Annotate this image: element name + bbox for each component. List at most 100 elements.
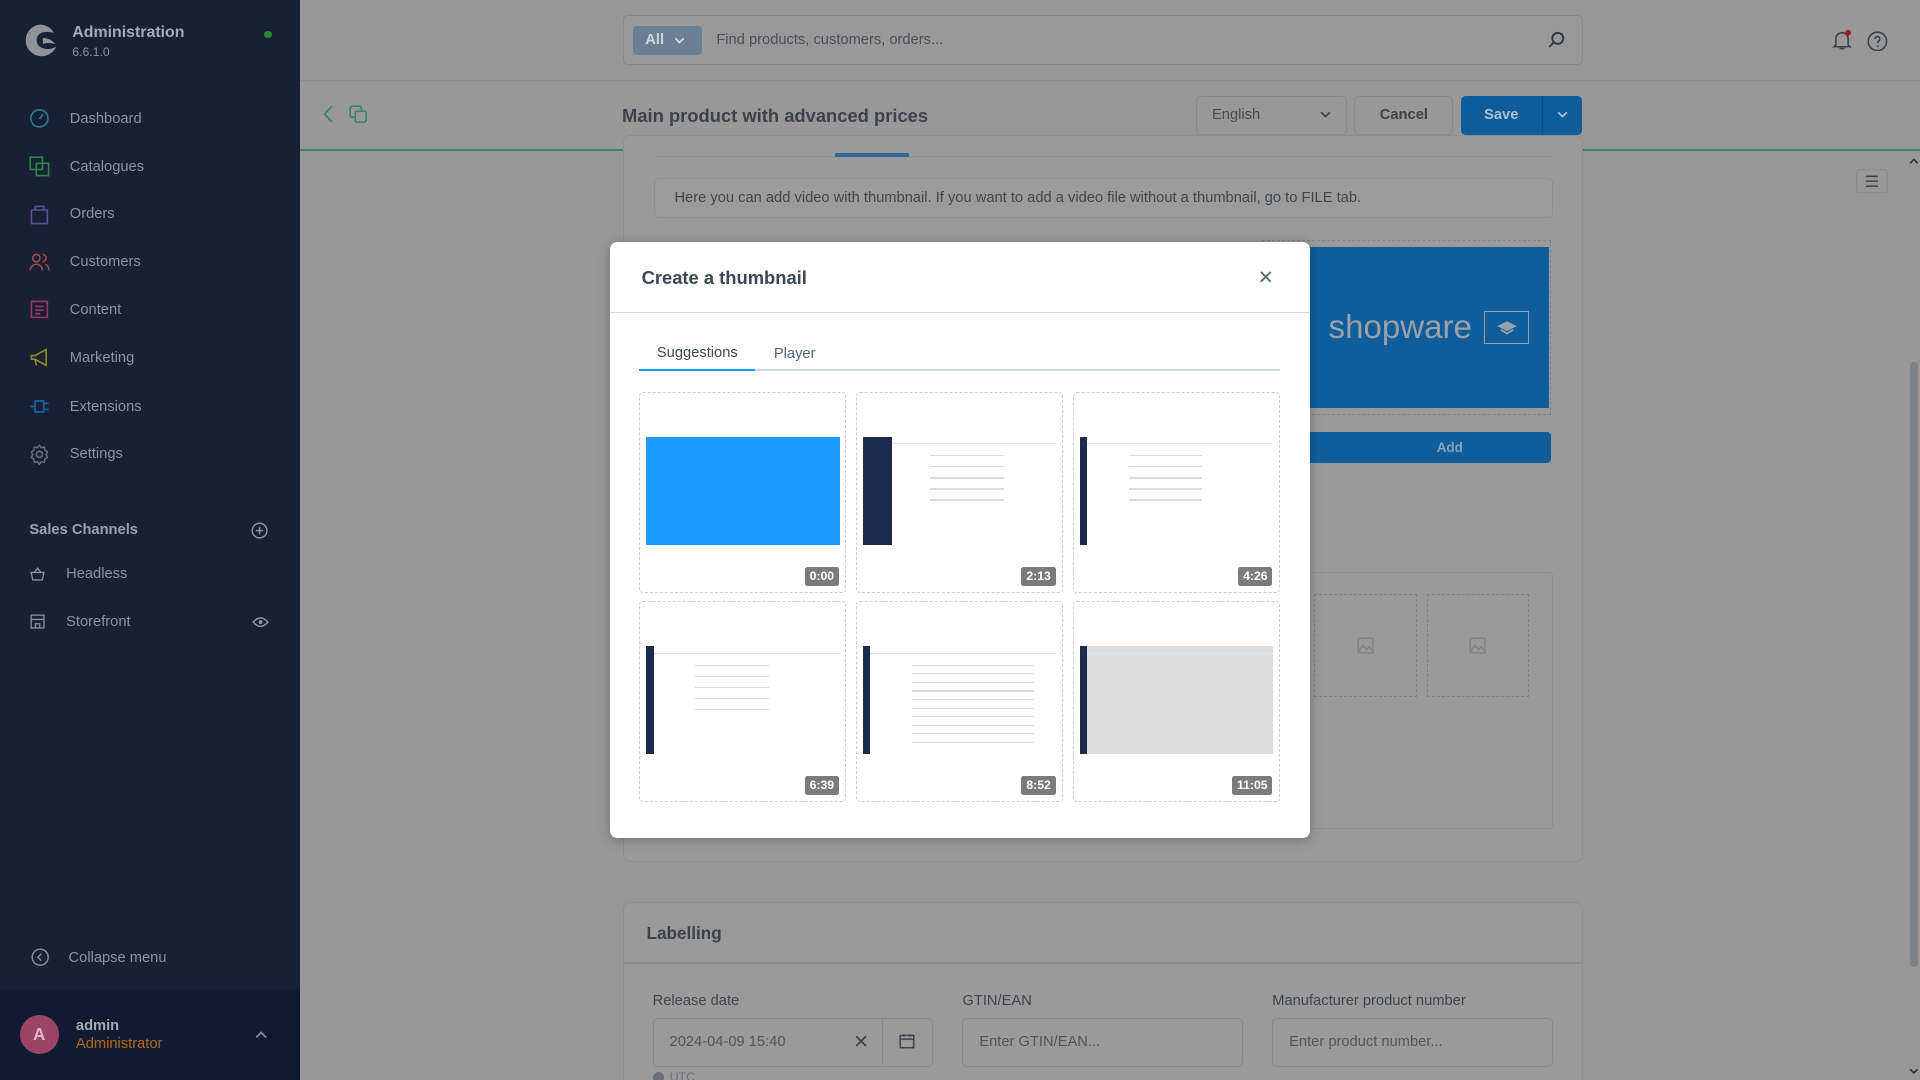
- chevron-up-icon[interactable]: [255, 1030, 267, 1039]
- search-input[interactable]: Find products, customers, orders...: [716, 32, 943, 48]
- scroll-up-icon[interactable]: [1909, 157, 1919, 164]
- search-icon[interactable]: [1548, 31, 1565, 48]
- tab-suggestions[interactable]: Suggestions: [639, 338, 756, 371]
- media-slot[interactable]: [1426, 593, 1530, 697]
- timezone-hint: UTC: [652, 1070, 695, 1080]
- sidebar-item-label: Dashboard: [69, 110, 142, 127]
- cancel-button[interactable]: Cancel: [1354, 95, 1454, 135]
- timestamp-badge: 2:13: [1021, 566, 1056, 586]
- labelling-title: Labelling: [646, 923, 722, 944]
- language-value: English: [1212, 107, 1261, 124]
- sidebar-item-label: Content: [69, 301, 122, 318]
- sidebar-item-orders[interactable]: Orders: [0, 193, 300, 235]
- sidebar-item-catalogues[interactable]: Catalogues: [0, 146, 300, 188]
- graduation-cap-icon: [1484, 311, 1530, 345]
- app-version: 6.6.1.0: [72, 45, 110, 60]
- release-date-field[interactable]: 2024-04-09 15:40: [652, 1017, 934, 1067]
- sidebar-item-content[interactable]: Content: [0, 289, 300, 331]
- basket-icon: [30, 566, 46, 581]
- sidebar-item-dashboard[interactable]: Dashboard: [0, 98, 300, 140]
- thumbnail-image: [863, 646, 1057, 755]
- collapse-menu-button[interactable]: Collapse menu: [0, 940, 300, 974]
- sidebar-item-label: Extensions: [69, 398, 142, 415]
- calendar-icon[interactable]: [899, 1033, 915, 1049]
- release-date-value: 2024-04-09 15:40: [669, 1034, 786, 1051]
- save-options-button[interactable]: [1541, 95, 1582, 135]
- content-icon: [31, 301, 49, 319]
- sidebar-item-label: Settings: [69, 446, 123, 463]
- sidebar-item-label: Customers: [69, 254, 141, 271]
- sidebar-item-extensions[interactable]: Extensions: [0, 386, 300, 428]
- close-icon[interactable]: [1256, 267, 1276, 287]
- marketing-icon: [31, 348, 48, 367]
- sidebar: Administration 6.6.1.0 Dashboard Catalogu…: [0, 0, 300, 1080]
- search-scope-label: All: [645, 32, 665, 49]
- media-slot[interactable]: [1313, 593, 1417, 697]
- scrollbar-thumb[interactable]: [1910, 362, 1918, 968]
- tab-player[interactable]: Player: [774, 338, 816, 371]
- timestamp-badge: 8:52: [1021, 776, 1056, 795]
- gtin-label: GTIN/EAN: [962, 993, 1032, 1010]
- video-thumbnail-preview: shopware: [1269, 247, 1549, 408]
- chevron-down-icon: [674, 37, 685, 44]
- mpn-input[interactable]: Enter product number...: [1272, 1017, 1553, 1067]
- thumbnail-image: [1079, 436, 1274, 545]
- scroll-down-icon[interactable]: [1909, 1068, 1919, 1075]
- save-button[interactable]: Save: [1460, 95, 1583, 135]
- avatar[interactable]: A: [19, 1015, 59, 1055]
- duplicate-icon[interactable]: [349, 105, 367, 124]
- collapse-label: Collapse menu: [68, 949, 167, 966]
- timestamp-badge: 0:00: [804, 566, 839, 586]
- thumbnail-image: [646, 436, 840, 545]
- storefront-icon: [30, 614, 46, 630]
- thumbnail-suggestion[interactable]: 11:05: [1072, 601, 1280, 803]
- thumbnail-suggestion[interactable]: 8:52: [855, 601, 1063, 803]
- sidebar-item-label: Headless: [66, 566, 128, 583]
- sidebar-item-label: Storefront: [66, 614, 131, 631]
- settings-icon: [30, 443, 49, 465]
- search-scope-select[interactable]: All: [633, 25, 702, 56]
- timestamp-badge: 4:26: [1238, 566, 1273, 586]
- sidebar-item-marketing[interactable]: Marketing: [0, 337, 300, 379]
- status-dot: [264, 30, 272, 38]
- sales-channels-title: Sales Channels: [29, 521, 138, 538]
- eye-icon[interactable]: [252, 616, 270, 628]
- chevron-down-icon: [1557, 112, 1568, 119]
- timezone-value: UTC: [669, 1070, 695, 1080]
- thumbnail-suggestion[interactable]: 2:13: [855, 391, 1063, 593]
- chevron-down-icon: [1320, 112, 1331, 119]
- customers-icon: [29, 253, 50, 271]
- thumbnail-image: [646, 646, 840, 755]
- sidebar-item-label: Catalogues: [69, 158, 145, 175]
- clear-icon[interactable]: [855, 1035, 867, 1047]
- create-thumbnail-modal: Create a thumbnail Suggestions Player 0:…: [609, 242, 1311, 838]
- sidebar-item-settings[interactable]: Settings: [0, 433, 300, 475]
- language-select[interactable]: English: [1196, 95, 1347, 135]
- sidebar-item-customers[interactable]: Customers: [0, 241, 300, 283]
- scrollbar[interactable]: [1908, 157, 1920, 1080]
- bell-icon[interactable]: [1831, 29, 1853, 51]
- sidebar-item-headless[interactable]: Headless: [0, 553, 300, 595]
- sidebar-item-storefront[interactable]: Storefront: [0, 601, 300, 643]
- modal-divider: [609, 312, 1311, 314]
- thumbnail-suggestion[interactable]: 6:39: [639, 601, 847, 803]
- timestamp-badge: 6:39: [804, 776, 839, 795]
- help-icon[interactable]: [1867, 31, 1888, 52]
- sidebar-item-label: Orders: [69, 206, 115, 223]
- thumbnail-suggestion[interactable]: 4:26: [1072, 391, 1280, 593]
- page-title: Main product with advanced prices: [622, 105, 929, 127]
- add-sales-channel-icon[interactable]: [251, 522, 268, 539]
- orders-icon: [31, 205, 49, 225]
- save-label: Save: [1484, 107, 1519, 124]
- shopware-logo-text: shopware: [1328, 308, 1472, 346]
- gtin-input[interactable]: Enter GTIN/EAN...: [962, 1017, 1243, 1067]
- thumbnail-image: [863, 436, 1057, 545]
- extensions-icon: [30, 400, 49, 413]
- thumbnail-suggestion[interactable]: 0:00: [639, 391, 847, 593]
- back-icon[interactable]: [321, 105, 336, 124]
- release-date-label: Release date: [652, 993, 740, 1010]
- timestamp-badge: 11:05: [1232, 776, 1273, 795]
- info-icon: [652, 1071, 664, 1080]
- menu-icon[interactable]: [1856, 168, 1889, 194]
- shopware-logo-icon[interactable]: [22, 22, 59, 59]
